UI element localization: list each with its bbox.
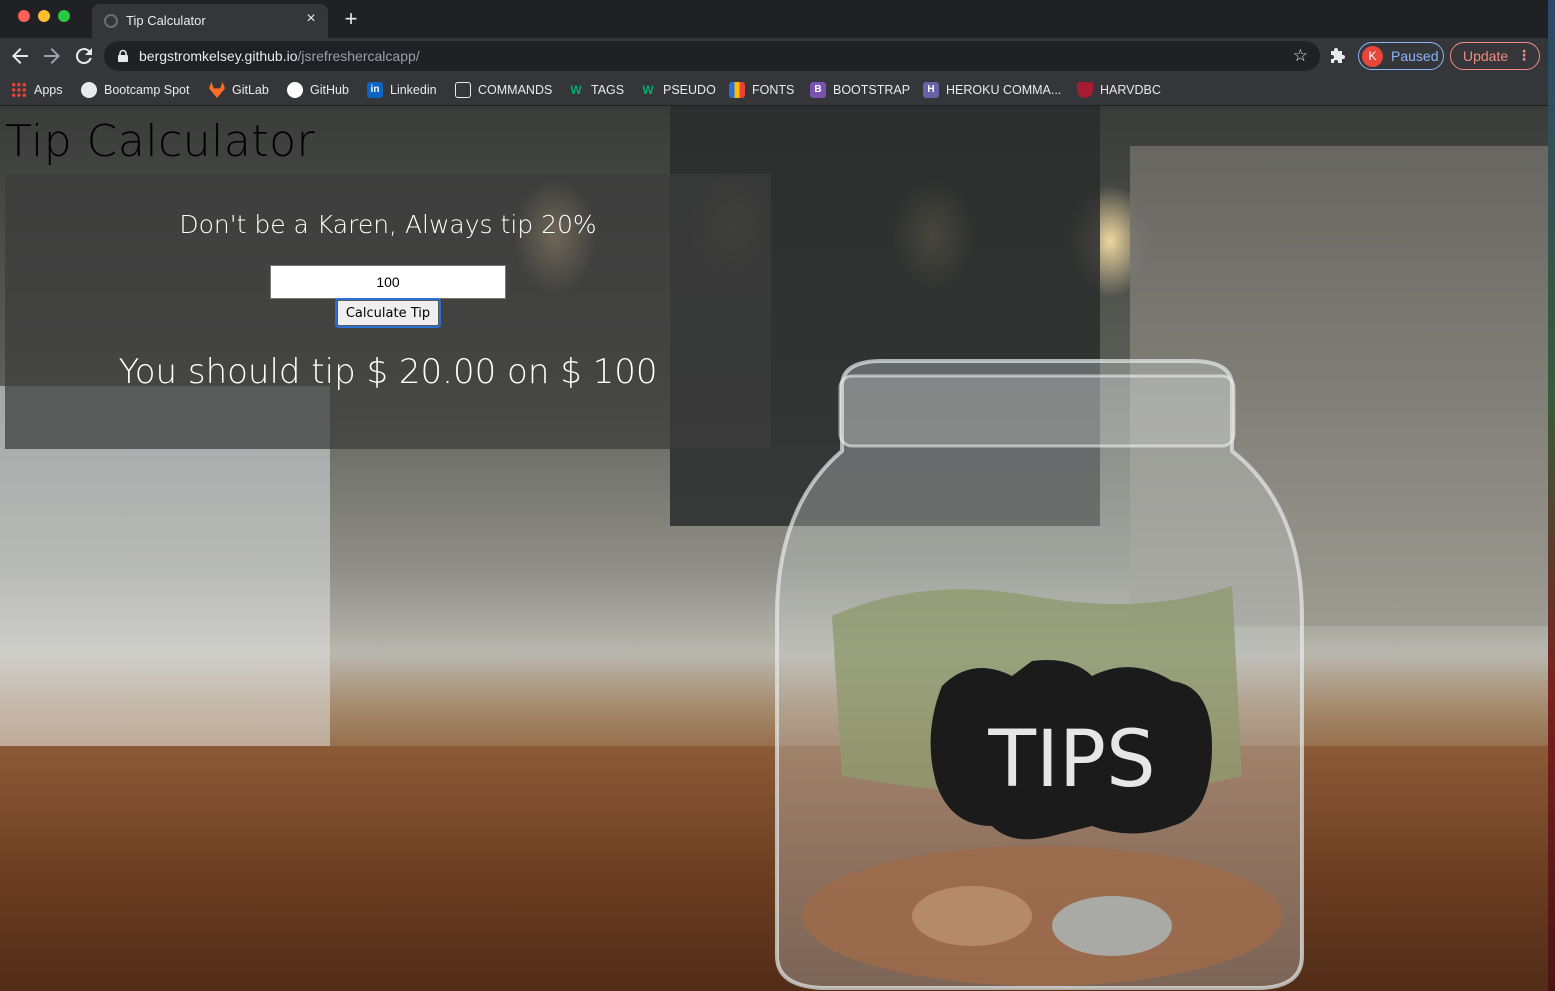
bookmark-label: PSEUDO — [663, 83, 716, 97]
terminal-icon — [455, 82, 471, 98]
heroku-icon: H — [923, 82, 939, 98]
globe-icon — [81, 82, 97, 98]
w3schools-icon: W — [570, 83, 582, 97]
url-host: bergstromkelsey.github.io — [139, 48, 298, 64]
page-title: Tip Calculator — [5, 116, 316, 167]
bookmark-label: BOOTSTRAP — [833, 83, 911, 97]
lock-icon — [118, 49, 128, 62]
page-viewport: TIPS Tip Calculator Don't be a Karen, Al… — [0, 106, 1548, 991]
url-text: bergstromkelsey.github.io/jsrefreshercal… — [139, 48, 420, 64]
bookmark-pseudo[interactable]: W PSEUDO — [640, 80, 716, 100]
bookmark-label: GitLab — [232, 83, 269, 97]
bookmark-label: TAGS — [591, 83, 625, 97]
profile-status-label: Paused — [1391, 48, 1439, 64]
w3schools-icon: W — [642, 83, 654, 97]
bookmark-label: FONTS — [752, 83, 795, 97]
bookmark-bootstrap[interactable]: B BOOTSTRAP — [810, 80, 910, 100]
avatar: K — [1362, 46, 1383, 67]
apps-grid-icon — [11, 82, 27, 98]
github-icon — [287, 82, 303, 98]
update-button[interactable]: Update ⋮ — [1450, 42, 1540, 70]
bookmark-apps[interactable]: Apps — [11, 80, 63, 100]
zoom-window-button[interactable] — [58, 10, 70, 22]
url-path: /jsrefreshercalcapp/ — [297, 48, 420, 64]
tagline: Don't be a Karen, Always tip 20% — [179, 210, 597, 239]
bookmark-label: HEROKU COMMA... — [946, 83, 1062, 97]
desktop-edge — [1548, 0, 1555, 991]
more-menu-icon[interactable]: ⋮ — [1517, 47, 1531, 64]
tip-result-text: You should tip $ 20.00 on $ 100 — [118, 352, 658, 392]
forward-arrow-icon[interactable] — [40, 44, 64, 68]
fonts-icon — [729, 82, 745, 98]
bookmark-label: Bootcamp Spot — [104, 83, 190, 97]
globe-icon — [104, 14, 118, 28]
browser-toolbar: bergstromkelsey.github.io/jsrefreshercal… — [0, 38, 1548, 74]
bookmark-bootcamp-spot[interactable]: Bootcamp Spot — [81, 80, 189, 100]
calculate-tip-button[interactable]: Calculate Tip — [335, 298, 441, 328]
address-bar[interactable]: bergstromkelsey.github.io/jsrefreshercal… — [104, 41, 1320, 71]
profile-button[interactable]: K Paused — [1358, 42, 1444, 70]
update-label: Update — [1463, 48, 1509, 64]
tip-jar-image: TIPS — [772, 356, 1307, 991]
bookmarks-bar: Apps Bootcamp Spot GitLab GitHub in Link… — [0, 74, 1548, 106]
bookmark-label: COMMANDS — [478, 83, 553, 97]
bookmark-github[interactable]: GitHub — [287, 80, 349, 100]
minimize-window-button[interactable] — [38, 10, 50, 22]
bookmark-star-icon[interactable]: ☆ — [1293, 46, 1308, 66]
tips-label: TIPS — [987, 715, 1155, 805]
tab-close-icon[interactable]: × — [302, 10, 320, 28]
reload-icon[interactable] — [72, 44, 96, 68]
close-window-button[interactable] — [18, 10, 30, 22]
bookmark-gitlab[interactable]: GitLab — [209, 80, 269, 100]
gitlab-icon — [209, 82, 225, 98]
new-tab-button[interactable]: + — [340, 8, 362, 30]
bookmark-heroku-commands[interactable]: H HEROKU COMMA... — [923, 80, 1061, 100]
calculator-panel: Don't be a Karen, Always tip 20% Calcula… — [5, 174, 771, 449]
bookmark-label: GitHub — [310, 83, 349, 97]
linkedin-icon: in — [367, 82, 383, 98]
bookmark-linkedin[interactable]: in Linkedin — [367, 80, 437, 100]
harvard-icon — [1077, 82, 1093, 98]
back-arrow-icon[interactable] — [8, 44, 32, 68]
bookmark-label: HARVDBC — [1100, 83, 1161, 97]
bookmark-fonts[interactable]: FONTS — [729, 80, 794, 100]
extensions-puzzle-icon[interactable] — [1328, 46, 1348, 66]
tab-tip-calculator[interactable]: Tip Calculator × — [92, 4, 328, 38]
bootstrap-icon: B — [810, 82, 826, 98]
bookmark-harvdbc[interactable]: HARVDBC — [1077, 80, 1161, 100]
tab-title: Tip Calculator — [126, 13, 206, 28]
bookmark-tags[interactable]: W TAGS — [568, 80, 624, 100]
browser-window: Tip Calculator × + bergstromkelsey.githu… — [0, 0, 1548, 991]
tab-strip: Tip Calculator × + — [0, 0, 1548, 38]
bookmark-commands[interactable]: COMMANDS — [455, 80, 552, 100]
bookmark-label: Linkedin — [390, 83, 437, 97]
bookmark-label: Apps — [34, 83, 63, 97]
bill-amount-input[interactable] — [270, 265, 506, 299]
